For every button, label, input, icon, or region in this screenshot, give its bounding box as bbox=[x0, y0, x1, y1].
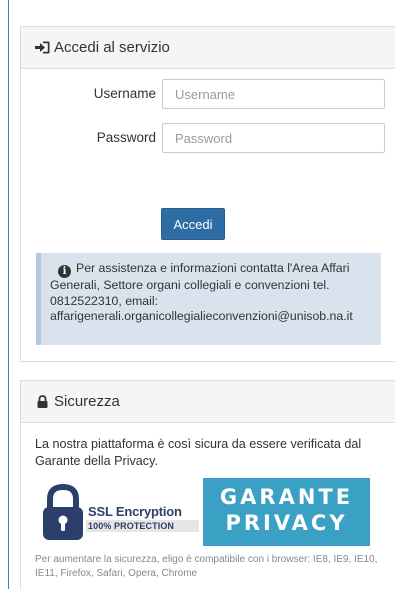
ssl-encryption-badge: SSL Encryption 100% PROTECTION bbox=[41, 484, 201, 542]
garante-badge-line2: PRIVACY bbox=[225, 511, 348, 535]
password-row: Password bbox=[21, 123, 395, 153]
login-panel: Accedi al servizio Username Password Acc… bbox=[20, 26, 395, 362]
login-button[interactable]: Accedi bbox=[161, 208, 225, 240]
password-label: Password bbox=[96, 130, 156, 145]
sign-in-icon bbox=[34, 40, 50, 56]
support-email: affarigenerali.organicollegialieconvenzi… bbox=[50, 309, 353, 324]
left-border-line bbox=[8, 0, 9, 589]
password-input[interactable] bbox=[162, 123, 385, 153]
security-panel-title: Sicurezza bbox=[54, 393, 120, 410]
lock-icon bbox=[34, 394, 50, 410]
browser-compatibility-note: Per aumentare la sicurezza, eligo è comp… bbox=[35, 554, 378, 579]
security-description: La nostra piattaforma è così sicura da e… bbox=[35, 437, 362, 468]
login-panel-header: Accedi al servizio bbox=[21, 27, 395, 69]
garante-badge-line1: GARANTE bbox=[219, 485, 354, 509]
username-input[interactable] bbox=[162, 79, 385, 109]
username-row: Username bbox=[21, 79, 395, 109]
security-panel: Sicurezza La nostra piattaforma è così s… bbox=[20, 380, 395, 589]
info-circle-icon: i bbox=[58, 265, 71, 278]
ssl-badge-title: SSL Encryption bbox=[88, 504, 182, 519]
login-panel-title: Accedi al servizio bbox=[54, 39, 170, 56]
support-info-text: Per assistenza e informazioni contatta l… bbox=[50, 261, 350, 308]
ssl-badge-subtitle: 100% PROTECTION bbox=[88, 521, 175, 531]
support-info-box: i Per assistenza e informazioni contatta … bbox=[36, 253, 381, 345]
security-panel-header: Sicurezza bbox=[21, 381, 395, 423]
username-label: Username bbox=[93, 86, 156, 101]
padlock-icon bbox=[43, 484, 83, 540]
garante-privacy-badge: GARANTE PRIVACY bbox=[203, 478, 370, 546]
